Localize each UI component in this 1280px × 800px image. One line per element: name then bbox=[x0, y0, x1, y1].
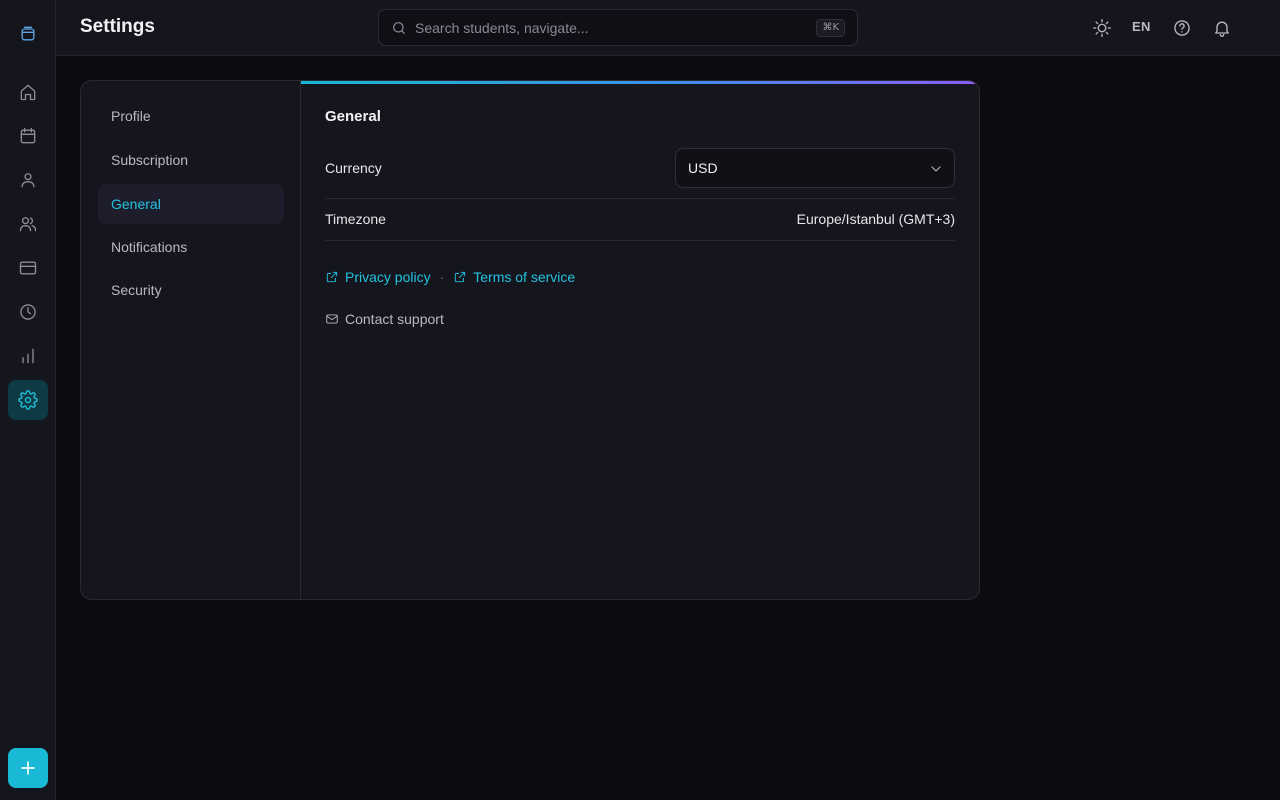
timezone-value: Europe/Istanbul (GMT+3) bbox=[796, 211, 955, 227]
sidebar-item-home[interactable] bbox=[8, 72, 48, 112]
timezone-row: Timezone Europe/Istanbul (GMT+3) bbox=[325, 199, 955, 241]
sun-icon bbox=[1092, 18, 1112, 38]
contact-support-link[interactable]: Contact support bbox=[325, 311, 444, 327]
top-bar: Settings ⌘K EN bbox=[56, 0, 1280, 56]
sidebar-item-student[interactable] bbox=[8, 160, 48, 200]
user-icon bbox=[18, 170, 38, 190]
contact-support-label: Contact support bbox=[345, 311, 444, 327]
sidebar-item-calendar[interactable] bbox=[8, 116, 48, 156]
external-link-icon bbox=[453, 270, 473, 284]
theme-toggle-button[interactable] bbox=[1090, 16, 1114, 40]
language-selector[interactable]: EN bbox=[1132, 19, 1151, 34]
bar-chart-icon bbox=[18, 346, 38, 366]
terms-of-service-label: Terms of service bbox=[473, 269, 576, 285]
help-circle-icon bbox=[1172, 18, 1192, 38]
home-icon bbox=[18, 82, 38, 102]
search-shortcut-hint: ⌘K bbox=[816, 19, 845, 37]
currency-select[interactable]: USD bbox=[675, 148, 955, 188]
add-button[interactable] bbox=[8, 748, 48, 788]
settings-nav-general[interactable]: General bbox=[98, 184, 284, 224]
plus-icon bbox=[18, 758, 38, 778]
search-icon bbox=[391, 20, 407, 36]
settings-nav-notifications[interactable]: Notifications bbox=[98, 227, 284, 267]
sidebar-item-reports[interactable] bbox=[8, 336, 48, 376]
notifications-button[interactable] bbox=[1210, 16, 1234, 40]
accent-gradient-bar bbox=[301, 81, 979, 84]
sidebar-item-history[interactable] bbox=[8, 292, 48, 332]
sidebar-item-users[interactable] bbox=[8, 204, 48, 244]
search-input[interactable] bbox=[415, 10, 805, 45]
search-box[interactable]: ⌘K bbox=[378, 9, 858, 46]
settings-nav-subscription[interactable]: Subscription bbox=[98, 140, 284, 180]
sidebar-rail bbox=[0, 0, 56, 800]
currency-value: USD bbox=[688, 160, 718, 176]
external-link-icon bbox=[325, 270, 345, 284]
gear-icon bbox=[18, 390, 38, 410]
settings-nav-profile[interactable]: Profile bbox=[98, 96, 284, 136]
page-title: Settings bbox=[80, 16, 155, 37]
sidebar-item-payments[interactable] bbox=[8, 248, 48, 288]
timezone-label: Timezone bbox=[325, 211, 386, 227]
chevron-down-icon bbox=[928, 161, 944, 177]
currency-row: Currency USD bbox=[325, 148, 955, 199]
users-icon bbox=[18, 214, 38, 234]
credit-card-icon bbox=[18, 258, 38, 278]
mail-icon bbox=[325, 312, 345, 326]
calendar-icon bbox=[18, 126, 38, 146]
link-separator: · bbox=[439, 269, 445, 285]
privacy-policy-label: Privacy policy bbox=[345, 269, 431, 285]
settings-nav-security[interactable]: Security bbox=[98, 270, 284, 310]
clock-icon bbox=[18, 302, 38, 322]
settings-nav: Profile Subscription General Notificatio… bbox=[81, 81, 301, 599]
bell-icon bbox=[1212, 18, 1232, 38]
section-title: General bbox=[325, 108, 381, 125]
privacy-policy-link[interactable]: Privacy policy bbox=[325, 269, 431, 285]
terms-of-service-link[interactable]: Terms of service bbox=[453, 269, 575, 285]
general-settings-panel: General Currency USD Timezone Europe/Ist… bbox=[301, 81, 979, 599]
settings-card: Profile Subscription General Notificatio… bbox=[80, 80, 980, 600]
legal-links: Privacy policy · Terms of service bbox=[325, 267, 575, 287]
help-button[interactable] bbox=[1170, 16, 1194, 40]
currency-label: Currency bbox=[325, 160, 382, 176]
box-logo-icon[interactable] bbox=[8, 14, 48, 54]
sidebar-item-settings[interactable] bbox=[8, 380, 48, 420]
